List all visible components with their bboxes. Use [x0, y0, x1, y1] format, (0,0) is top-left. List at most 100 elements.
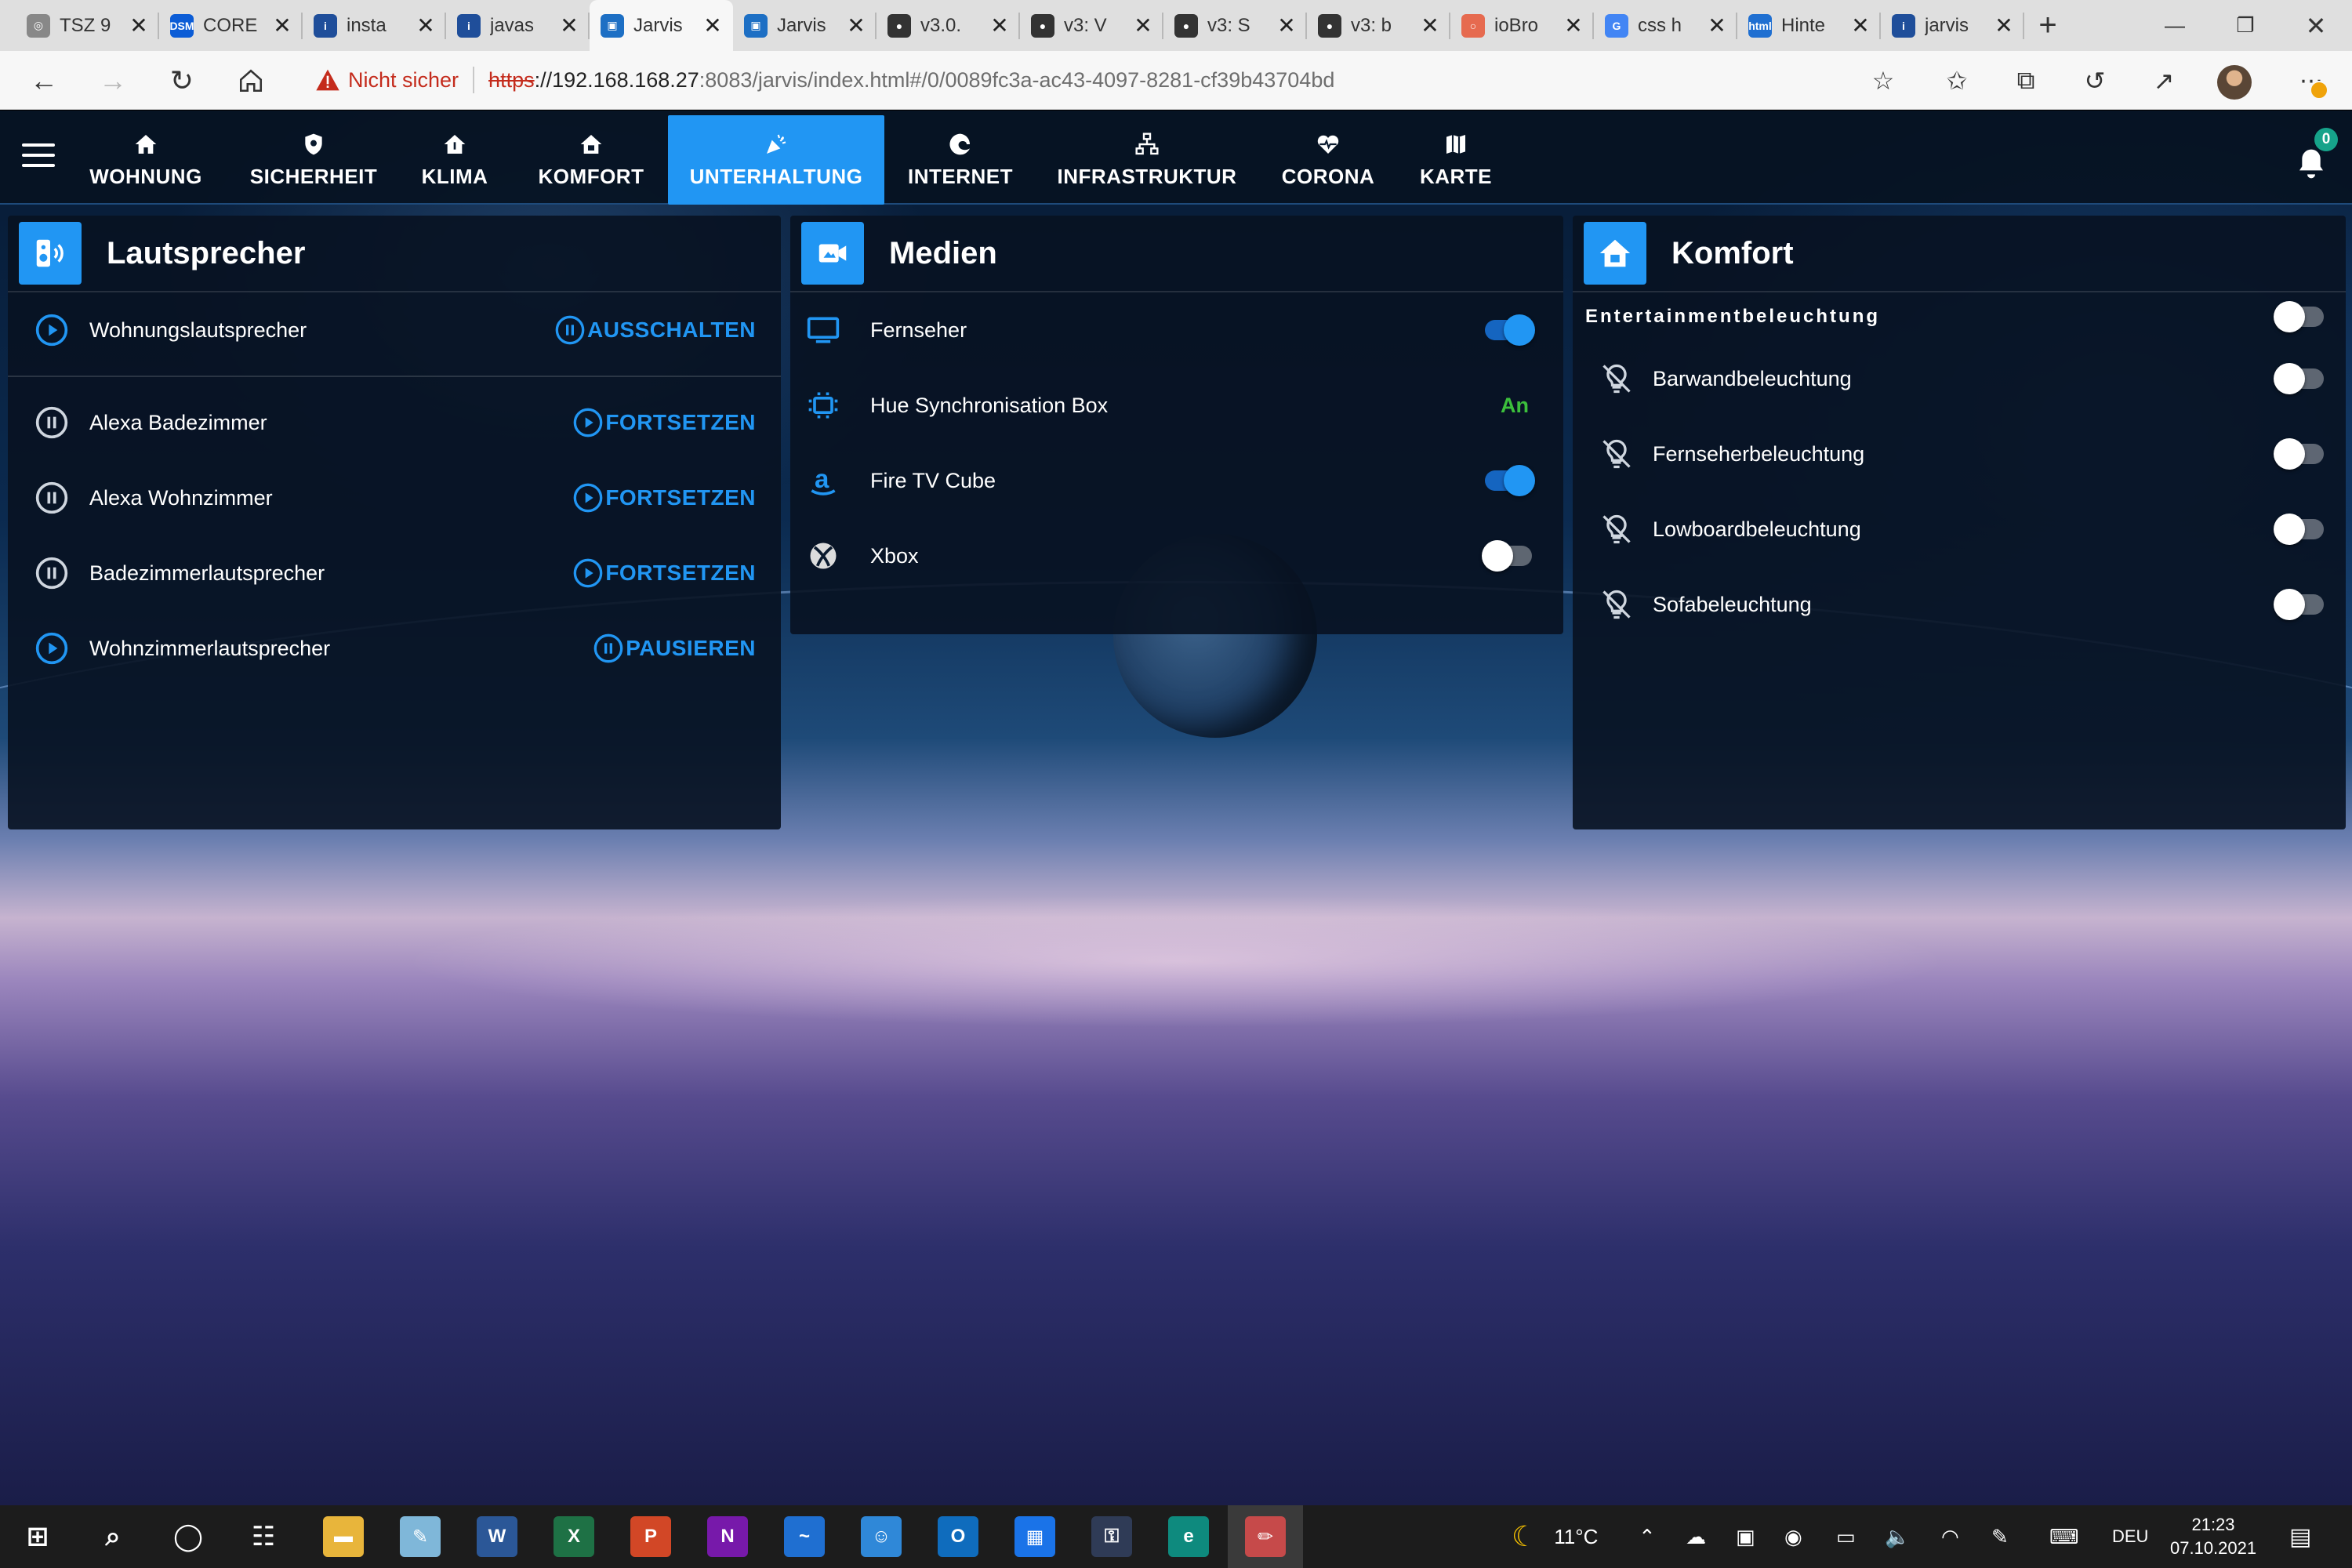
light-toggle[interactable] [2274, 514, 2324, 545]
close-tab-icon[interactable]: ✕ [990, 13, 1009, 38]
collections-icon[interactable]: ⧉ [2004, 59, 2048, 103]
close-tab-icon[interactable]: ✕ [416, 13, 435, 38]
browser-tab[interactable]: i jarvis ✕ [1881, 0, 2024, 51]
close-tab-icon[interactable]: ✕ [1134, 13, 1152, 38]
browser-tab[interactable]: html Hinte ✕ [1737, 0, 1881, 51]
onedrive-icon[interactable]: ☁ [1686, 1505, 1706, 1568]
bell-icon[interactable] [2296, 147, 2327, 181]
browser-tab[interactable]: ▣ Jarvis ✕ [733, 0, 877, 51]
nav-tab-sicherheit[interactable]: SICHERHEIT [235, 115, 392, 205]
calendar-icon[interactable]: ▦ [1014, 1516, 1055, 1557]
browser-tab[interactable]: i insta ✕ [303, 0, 446, 51]
home-button[interactable] [229, 59, 273, 103]
minimize-button[interactable]: — [2139, 0, 2211, 51]
close-window-button[interactable]: ✕ [2280, 0, 2352, 51]
notification-center-icon[interactable]: ▤ [2289, 1505, 2311, 1568]
media-toggle[interactable] [1482, 540, 1532, 572]
teams-icon[interactable]: ☺ [861, 1516, 902, 1557]
chrome-icon[interactable]: ◉ [1784, 1505, 1802, 1568]
close-tab-icon[interactable]: ✕ [1708, 13, 1726, 38]
paint-icon[interactable]: ✏ [1245, 1516, 1286, 1557]
nav-tab-karte[interactable]: KARTE [1403, 115, 1508, 205]
clock[interactable]: 21:23 07.10.2021 [2170, 1513, 2256, 1560]
url-field[interactable]: Nicht sicher https://192.168.168.27:8083… [295, 57, 1913, 103]
battery-icon[interactable]: ▭ [1836, 1505, 1856, 1568]
display-icon[interactable]: ▣ [1736, 1505, 1755, 1568]
nav-tab-internet[interactable]: INTERNET [894, 115, 1027, 205]
security-status[interactable]: Nicht sicher [348, 68, 459, 93]
speaker-action-button[interactable]: FORTSETZEN [572, 407, 756, 438]
nav-tab-komfort[interactable]: KOMFORT [524, 115, 659, 205]
browser-tab[interactable]: ◎ TSZ 9 ✕ [16, 0, 159, 51]
favorites-icon[interactable]: ✩ [1935, 59, 1979, 103]
excel-icon[interactable]: X [554, 1516, 594, 1557]
close-tab-icon[interactable]: ✕ [703, 13, 722, 38]
media-toggle[interactable] [1485, 465, 1535, 496]
edge-icon[interactable]: e [1168, 1516, 1209, 1557]
media-toggle[interactable] [1485, 314, 1535, 346]
volume-icon[interactable]: 🔈 [1885, 1505, 1910, 1568]
weather-widget[interactable]: ☾ 11°C [1512, 1505, 1598, 1568]
notes-icon[interactable]: ✎ [400, 1516, 441, 1557]
profile-avatar[interactable] [2217, 65, 2252, 100]
restore-button[interactable]: ❐ [2209, 0, 2281, 51]
close-tab-icon[interactable]: ✕ [273, 13, 292, 38]
keyboard-icon[interactable]: ⌨ [2049, 1505, 2079, 1568]
speaker-action-button[interactable]: AUSSCHALTEN [554, 314, 756, 346]
light-toggle[interactable] [2274, 363, 2324, 394]
add-favorite-icon[interactable]: ☆ [1861, 59, 1905, 103]
light-toggle[interactable] [2274, 438, 2324, 470]
close-tab-icon[interactable]: ✕ [1421, 13, 1439, 38]
onenote-icon[interactable]: N [707, 1516, 748, 1557]
speaker-action-button[interactable]: PAUSIEREN [593, 633, 756, 664]
powerpoint-icon[interactable]: P [630, 1516, 671, 1557]
group-toggle[interactable] [2274, 301, 2324, 332]
close-tab-icon[interactable]: ✕ [560, 13, 579, 38]
browser-tab[interactable]: ● v3: S ✕ [1163, 0, 1307, 51]
forward-button[interactable]: → [91, 59, 135, 103]
speaker-action-button[interactable]: FORTSETZEN [572, 557, 756, 589]
browser-tab[interactable]: ● v3.0. ✕ [877, 0, 1020, 51]
close-tab-icon[interactable]: ✕ [1851, 13, 1870, 38]
nav-tab-unterhaltung[interactable]: UNTERHALTUNG [668, 115, 884, 205]
browser-tab[interactable]: DSM CORE ✕ [159, 0, 303, 51]
browser-tab[interactable]: ▣ Jarvis ✕ [590, 0, 733, 51]
nav-tab-infrastruktur[interactable]: INFRASTRUKTUR [1044, 115, 1250, 205]
pen-icon[interactable]: ✎ [1991, 1505, 2009, 1568]
outlook-icon[interactable]: O [938, 1516, 978, 1557]
word-icon[interactable]: W [477, 1516, 517, 1557]
history-icon[interactable]: ↺ [2073, 59, 2117, 103]
close-tab-icon[interactable]: ✕ [129, 13, 148, 38]
url-text[interactable]: https://192.168.168.27:8083/jarvis/index… [488, 68, 1334, 93]
browser-tab[interactable]: i javas ✕ [446, 0, 590, 51]
whiteboard-icon[interactable]: ~ [784, 1516, 825, 1557]
file-explorer-icon[interactable]: ▬ [323, 1516, 364, 1557]
nav-tab-wohnung[interactable]: WOHNUNG [64, 115, 227, 205]
browser-tab[interactable]: ○ ioBro ✕ [1450, 0, 1594, 51]
browser-tab[interactable]: Gcss h ✕ [1594, 0, 1737, 51]
close-tab-icon[interactable]: ✕ [1994, 13, 2013, 38]
close-tab-icon[interactable]: ✕ [847, 13, 866, 38]
wifi-icon[interactable]: ◠ [1941, 1505, 1959, 1568]
close-tab-icon[interactable]: ✕ [1564, 13, 1583, 38]
keepass-icon[interactable]: ⚿ [1091, 1516, 1132, 1557]
new-tab-button[interactable]: + [2024, 0, 2071, 51]
nav-tab-corona[interactable]: CORONA [1270, 115, 1386, 205]
search-icon[interactable]: ⌕ [93, 1516, 133, 1557]
language-indicator[interactable]: DEU [2112, 1505, 2148, 1568]
menu-icon[interactable] [22, 143, 55, 170]
info-favicon-icon: i [1892, 13, 1915, 38]
browser-tab[interactable]: ● v3: V ✕ [1020, 0, 1163, 51]
nav-tab-klima[interactable]: KLIMA [400, 115, 510, 205]
share-icon[interactable]: ↗ [2142, 59, 2186, 103]
reload-button[interactable]: ↻ [160, 59, 204, 103]
chevron-up-icon[interactable]: ⌃ [1639, 1505, 1656, 1568]
light-toggle[interactable] [2274, 589, 2324, 620]
start-icon[interactable]: ⊞ [17, 1516, 58, 1557]
browser-tab[interactable]: ● v3: b ✕ [1307, 0, 1450, 51]
cortana-icon[interactable]: ◯ [168, 1516, 209, 1557]
back-button[interactable]: ← [22, 59, 66, 103]
task-view-icon[interactable]: ☷ [243, 1516, 284, 1557]
speaker-action-button[interactable]: FORTSETZEN [572, 482, 756, 514]
close-tab-icon[interactable]: ✕ [1277, 13, 1296, 38]
